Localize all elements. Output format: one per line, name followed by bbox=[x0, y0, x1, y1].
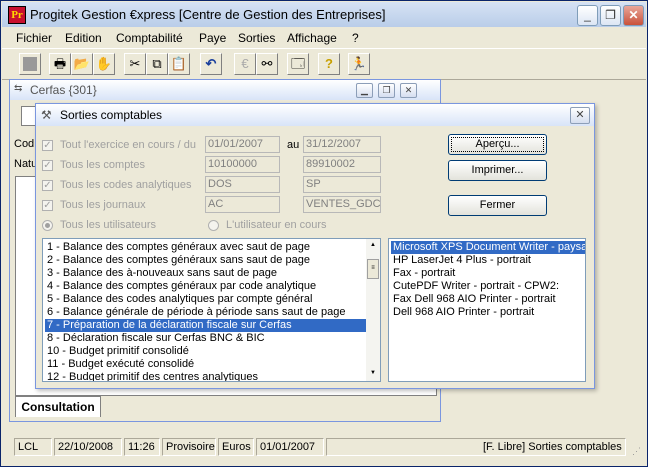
list-item[interactable]: 12 - Budget primitif des centres analyti… bbox=[45, 371, 367, 381]
status-date: 22/10/2008 bbox=[54, 438, 122, 456]
list-item[interactable]: 1 - Balance des comptes généraux avec sa… bbox=[45, 241, 367, 254]
cut-icon[interactable]: ✂ bbox=[124, 53, 146, 75]
binoculars-icon[interactable]: ⚯ bbox=[256, 53, 278, 75]
list-item[interactable]: 6 - Balance générale de période à périod… bbox=[45, 306, 367, 319]
checkbox-comptes[interactable]: ✓ bbox=[42, 160, 53, 171]
hand-icon[interactable]: ✋ bbox=[93, 53, 115, 75]
printer-item[interactable]: HP LaserJet 4 Plus - portrait bbox=[391, 254, 585, 267]
menu-comptabilite[interactable]: Comptabilité bbox=[116, 31, 183, 45]
radio-tous-utilisateurs[interactable] bbox=[42, 220, 53, 231]
title-bar: Pr Progitek Gestion €xpress [Centre de G… bbox=[2, 2, 646, 27]
list-item[interactable]: 11 - Budget exécuté consolidé bbox=[45, 358, 367, 371]
close-button[interactable]: ✕ bbox=[623, 5, 644, 26]
status-mode: Provisoire bbox=[162, 438, 216, 456]
paste-icon[interactable]: 📋 bbox=[168, 53, 190, 75]
cerfas-close-button[interactable]: ✕ bbox=[400, 83, 417, 98]
label-codes-analytiques: Tous les codes analytiques bbox=[60, 179, 192, 191]
list-item[interactable]: 5 - Balance des codes analytiques par co… bbox=[45, 293, 367, 306]
checkbox-journaux[interactable]: ✓ bbox=[42, 200, 53, 211]
date-from-field[interactable]: 01/01/2007 bbox=[205, 136, 280, 153]
menu-sorties[interactable]: Sorties bbox=[238, 31, 275, 45]
menu-affichage[interactable]: Affichage bbox=[287, 31, 337, 45]
label-comptes: Tous les comptes bbox=[60, 159, 145, 171]
fermer-button[interactable]: Fermer bbox=[448, 195, 547, 216]
stop-icon[interactable] bbox=[19, 53, 41, 75]
printer-item[interactable]: Fax Dell 968 AIO Printer - portrait bbox=[391, 293, 585, 306]
status-lcl: LCL bbox=[14, 438, 52, 456]
reports-listbox[interactable]: 1 - Balance des comptes généraux avec sa… bbox=[42, 238, 381, 382]
status-time: 11:26 bbox=[124, 438, 160, 456]
cerfas-restore-button[interactable]: ❐ bbox=[378, 83, 395, 98]
date-to-field[interactable]: 31/12/2007 bbox=[303, 136, 381, 153]
maximize-button[interactable]: ❐ bbox=[600, 5, 621, 26]
scroll-thumb[interactable]: ≡ bbox=[367, 259, 379, 279]
toolbar: 🖶 📂 ✋ ✂ ⧉ 📋 ↶ € ⚯ 🗔 ? 🏃 bbox=[2, 48, 646, 80]
scroll-up-arrow-icon[interactable]: ▲ bbox=[368, 241, 378, 249]
menu-help[interactable]: ? bbox=[352, 31, 359, 45]
folder-up-icon[interactable]: 📂 bbox=[71, 53, 93, 75]
sorties-comptables-dialog: ⚒ Sorties comptables ✕ ✓ Tout l'exercice… bbox=[35, 103, 595, 389]
printer-item-selected[interactable]: Microsoft XPS Document Writer - paysage bbox=[391, 241, 585, 254]
label-tous-utilisateurs: Tous les utilisateurs bbox=[60, 219, 156, 231]
status-bar: LCL 22/10/2008 11:26 Provisoire Euros 01… bbox=[2, 432, 646, 462]
printer-item[interactable]: Fax - portrait bbox=[391, 267, 585, 280]
list-item[interactable]: 2 - Balance des comptes généraux sans sa… bbox=[45, 254, 367, 267]
dialog-title: Sorties comptables bbox=[60, 108, 163, 122]
list-item[interactable]: 8 - Déclaration fiscale sur Cerfas BNC &… bbox=[45, 332, 367, 345]
list-item[interactable]: 3 - Balance des à-nouveaux sans saut de … bbox=[45, 267, 367, 280]
status-message: [F. Libre] Sorties comptables bbox=[326, 438, 626, 456]
main-window: Pr Progitek Gestion €xpress [Centre de G… bbox=[0, 0, 648, 467]
copy-icon[interactable]: ⧉ bbox=[146, 53, 168, 75]
wrench-icon: ⚒ bbox=[41, 108, 52, 122]
menu-bar: Fichier Edition Comptabilité Paye Sortie… bbox=[2, 28, 646, 48]
list-item-selected[interactable]: 7 - Préparation de la déclaration fiscal… bbox=[45, 319, 367, 332]
imprimer-button[interactable]: Imprimer... bbox=[448, 160, 547, 181]
checkbox-exercice[interactable]: ✓ bbox=[42, 140, 53, 151]
minimize-button[interactable]: _ bbox=[577, 5, 598, 26]
window-icon: ⇆ bbox=[14, 83, 23, 94]
label-utilisateur-en-cours: L'utilisateur en cours bbox=[226, 219, 327, 231]
printer-item[interactable]: CutePDF Writer - portrait - CPW2: bbox=[391, 280, 585, 293]
checkbox-codes-analytiques[interactable]: ✓ bbox=[42, 180, 53, 191]
reports-scrollbar[interactable]: ▲ ≡ ▼ bbox=[366, 239, 380, 381]
menu-fichier[interactable]: Fichier bbox=[16, 31, 52, 45]
resize-grip-icon[interactable]: ⋰ bbox=[632, 446, 642, 456]
list-item[interactable]: 10 - Budget primitif consolidé bbox=[45, 345, 367, 358]
label-journaux: Tous les journaux bbox=[60, 199, 146, 211]
printer-icon[interactable]: 🖶 bbox=[49, 53, 71, 75]
undo-icon[interactable]: ↶ bbox=[200, 53, 222, 75]
journal-from-field[interactable]: AC bbox=[205, 196, 280, 213]
menu-edition[interactable]: Edition bbox=[65, 31, 102, 45]
exit-icon[interactable]: 🏃 bbox=[348, 53, 370, 75]
dialog-close-button[interactable]: ✕ bbox=[570, 107, 590, 124]
cerfas-title-bar: ⇆ Cerfas {301} ▁ ❐ ✕ bbox=[10, 80, 440, 100]
journal-to-field[interactable]: VENTES_GDC bbox=[303, 196, 381, 213]
code-to-field[interactable]: SP bbox=[303, 176, 381, 193]
app-title: Progitek Gestion €xpress [Centre de Gest… bbox=[30, 7, 386, 22]
compte-to-field[interactable]: 89910002 bbox=[303, 156, 381, 173]
label-au: au bbox=[287, 139, 300, 151]
radio-utilisateur-en-cours[interactable] bbox=[208, 220, 219, 231]
cerfas-code-label: Cod bbox=[14, 138, 35, 150]
compte-from-field[interactable]: 10100000 bbox=[205, 156, 280, 173]
printer-item[interactable]: Dell 968 AIO Printer - portrait bbox=[391, 306, 585, 319]
scroll-down-arrow-icon[interactable]: ▼ bbox=[368, 369, 378, 377]
cerfas-minimize-button[interactable]: ▁ bbox=[356, 83, 373, 98]
list-item[interactable]: 4 - Balance des comptes généraux par cod… bbox=[45, 280, 367, 293]
apercu-button[interactable]: Aperçu... bbox=[448, 134, 547, 155]
printers-listbox[interactable]: Microsoft XPS Document Writer - paysage … bbox=[388, 238, 586, 382]
status-currency: Euros bbox=[218, 438, 254, 456]
status-exercice-date: 01/01/2007 bbox=[256, 438, 324, 456]
tab-consultation[interactable]: Consultation bbox=[15, 396, 101, 417]
app-logo-icon: Pr bbox=[8, 6, 26, 24]
properties-icon[interactable]: 🗔 bbox=[287, 53, 309, 75]
cerfas-title: Cerfas {301} bbox=[30, 83, 97, 97]
dialog-title-bar: ⚒ Sorties comptables ✕ bbox=[36, 104, 594, 126]
code-from-field[interactable]: DOS bbox=[205, 176, 280, 193]
help-icon[interactable]: ? bbox=[318, 53, 340, 75]
menu-paye[interactable]: Paye bbox=[199, 31, 226, 45]
label-exercice: Tout l'exercice en cours / du bbox=[60, 139, 197, 151]
cerfas-nature-label: Natu bbox=[14, 158, 38, 170]
euro-icon[interactable]: € bbox=[234, 53, 256, 75]
